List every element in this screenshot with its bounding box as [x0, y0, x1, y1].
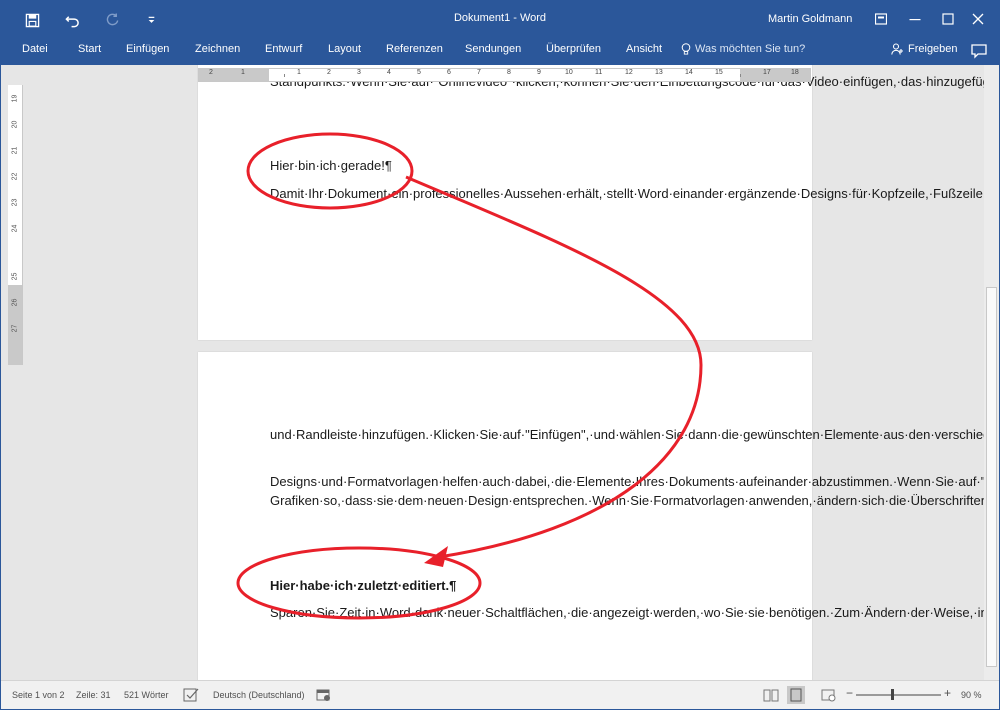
- person-icon: [891, 43, 903, 55]
- tab-einfuegen[interactable]: Einfügen: [126, 43, 169, 55]
- tab-ansicht[interactable]: Ansicht: [626, 43, 662, 55]
- page-2[interactable]: und·Randleiste·hinzufügen.·Klicken·Sie·a…: [198, 352, 999, 680]
- scrollbar-thumb[interactable]: [986, 287, 997, 667]
- status-bar: Seite 1 von 2 Zeile: 31 521 Wörter Deuts…: [1, 680, 999, 709]
- tab-referenzen[interactable]: Referenzen: [386, 43, 443, 55]
- share-label: Freigeben: [908, 43, 958, 55]
- page-count[interactable]: Seite 1 von 2: [12, 690, 65, 700]
- word-count[interactable]: 521 Wörter: [124, 690, 169, 700]
- tab-entwurf[interactable]: Entwurf: [265, 43, 302, 55]
- language[interactable]: Deutsch (Deutschland): [213, 690, 305, 700]
- ruler-tick: 23: [11, 198, 19, 207]
- zoom-level[interactable]: 90 %: [961, 690, 982, 700]
- ruler-tick: 24: [11, 224, 19, 233]
- ruler-tick: 18: [791, 69, 799, 76]
- tab-ueberpruefen[interactable]: Überprüfen: [546, 43, 601, 55]
- tab-sendungen[interactable]: Sendungen: [465, 43, 521, 55]
- ruler-tick: 25: [11, 272, 19, 281]
- proofing-icon[interactable]: [182, 686, 200, 704]
- lightbulb-icon: [681, 43, 691, 55]
- ruler-tick: 15: [715, 69, 723, 76]
- web-layout-icon[interactable]: [820, 686, 838, 704]
- ruler-tick: 1: [297, 69, 301, 76]
- user-name[interactable]: Martin Goldmann: [768, 13, 852, 25]
- tab-zeichnen[interactable]: Zeichnen: [195, 43, 240, 55]
- ruler-tick: 4: [387, 69, 391, 76]
- tab-start[interactable]: Start: [78, 43, 101, 55]
- comment-icon[interactable]: [970, 42, 988, 60]
- ribbon-display-icon[interactable]: [867, 7, 895, 31]
- ruler-indent-marker[interactable]: [740, 74, 741, 77]
- minimize-icon[interactable]: [901, 7, 929, 31]
- page-1[interactable]: Standpunkts.·Wenn·Sie·auf·"Onlinevideo"·…: [198, 65, 999, 340]
- tab-layout[interactable]: Layout: [328, 43, 361, 55]
- paragraph-current-position[interactable]: Hier·bin·ich·gerade!¶: [270, 156, 750, 175]
- paragraph-last-edit[interactable]: Hier·habe·ich·zuletzt·editiert.¶: [270, 576, 750, 595]
- read-mode-icon[interactable]: [762, 686, 780, 704]
- ruler-tick: 19: [11, 94, 19, 103]
- ruler-tick: 2: [327, 69, 331, 76]
- ruler-tick: 6: [447, 69, 451, 76]
- ribbon-tabs: Datei Start Einfügen Zeichnen Entwurf La…: [1, 39, 999, 65]
- ruler-margin-right: [740, 69, 810, 81]
- ruler-tick: 12: [625, 69, 633, 76]
- print-layout-icon[interactable]: [787, 686, 805, 704]
- zoom-out-button[interactable]: −: [846, 686, 853, 700]
- ruler-tick: 14: [685, 69, 693, 76]
- horizontal-ruler: 2 1 1 2 3 4 5 6 7 8 9 10 11 12 13 14 15 …: [198, 68, 811, 82]
- undo-icon[interactable]: [61, 10, 83, 30]
- share-button[interactable]: Freigeben: [891, 43, 958, 55]
- ruler-tick: 10: [565, 69, 573, 76]
- ruler-tick: 7: [477, 69, 481, 76]
- ruler-tick: 27: [11, 324, 19, 333]
- ruler-tick: 2: [209, 69, 213, 76]
- ruler-tick: 22: [11, 172, 19, 181]
- zoom-slider[interactable]: [856, 694, 941, 696]
- word-window: Dokument1 - Word Martin Goldmann Datei S…: [0, 0, 1000, 710]
- ruler-indent-marker[interactable]: [284, 74, 285, 77]
- tab-datei[interactable]: Datei: [22, 43, 48, 55]
- ruler-tick: 1: [241, 69, 245, 76]
- document-workspace[interactable]: 19 20 21 22 23 24 25 26 27 Standpunkts.·…: [1, 65, 999, 680]
- title-bar: Dokument1 - Word Martin Goldmann: [1, 1, 999, 39]
- ruler-tick: 11: [595, 69, 603, 76]
- vertical-ruler: 19 20 21 22 23 24 25 26 27: [8, 85, 23, 365]
- ruler-tick: 8: [507, 69, 511, 76]
- tell-me-search[interactable]: Was möchten Sie tun?: [681, 43, 805, 55]
- ruler-tick: 3: [357, 69, 361, 76]
- tell-me-label: Was möchten Sie tun?: [695, 43, 806, 55]
- paragraph[interactable]: Damit·Ihr·Dokument·ein·professionelles·A…: [270, 184, 999, 203]
- ruler-tick: 9: [537, 69, 541, 76]
- ruler-tick: 21: [11, 146, 19, 155]
- save-icon[interactable]: [21, 10, 43, 30]
- close-icon[interactable]: [964, 7, 992, 31]
- zoom-slider-thumb[interactable]: [891, 689, 894, 700]
- line-number[interactable]: Zeile: 31: [76, 690, 111, 700]
- paragraph[interactable]: Designs·und·Formatvorlagen·helfen·auch·d…: [270, 472, 999, 510]
- vertical-scrollbar[interactable]: [984, 65, 999, 680]
- maximize-icon[interactable]: [934, 7, 962, 31]
- zoom-in-button[interactable]: +: [944, 686, 951, 700]
- macro-icon[interactable]: [315, 686, 333, 704]
- paragraph[interactable]: und·Randleiste·hinzufügen.·Klicken·Sie·a…: [270, 425, 999, 444]
- ruler-tick: 20: [11, 120, 19, 129]
- ruler-tick: 17: [763, 69, 771, 76]
- redo-icon[interactable]: [101, 10, 123, 30]
- ruler-tick: 26: [11, 298, 19, 307]
- ruler-tick: 5: [417, 69, 421, 76]
- customize-icon[interactable]: [140, 10, 162, 30]
- ruler-tick: 13: [655, 69, 663, 76]
- paragraph[interactable]: Sparen·Sie·Zeit·in·Word·dank·neuer·Schal…: [270, 603, 999, 622]
